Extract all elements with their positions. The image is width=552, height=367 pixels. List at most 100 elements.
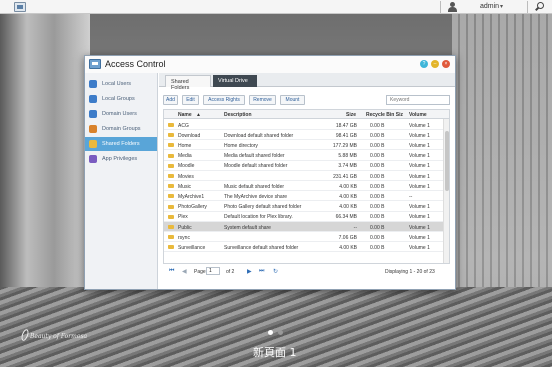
sort-ascending-icon[interactable]: ▲	[196, 112, 201, 118]
cell-name: Moodle	[178, 163, 195, 170]
table-row[interactable]: Music Music default shared folder 4.00 KB 0…	[164, 181, 444, 192]
cell-volume: Volume 1	[409, 224, 430, 231]
table-row[interactable]: Media Media default shared folder 5.88 MB 0…	[164, 151, 444, 161]
table-row[interactable]: Home Home directory 177.29 MB 0.00 B Volume …	[164, 140, 444, 151]
cell-name: ACG	[178, 122, 189, 129]
show-desktop-icon[interactable]	[14, 2, 26, 12]
add-button[interactable]: Add	[163, 95, 178, 105]
cell-volume: Volume 1	[409, 204, 430, 211]
column-recycle-bin-size[interactable]: Recycle Bin Siz	[366, 112, 403, 118]
window-titlebar[interactable]: Access Control ? – ×	[85, 56, 455, 73]
close-button[interactable]: ×	[442, 60, 450, 68]
cell-volume: Volume 1	[409, 234, 430, 241]
table-row[interactable]: Surveillance Surveillance default shared …	[164, 242, 444, 253]
cell-size: 66.34 MB	[335, 214, 357, 221]
search-icon[interactable]	[535, 2, 545, 12]
cell-volume: Volume 1	[409, 153, 430, 160]
sidebar-item-label: Local Groups	[102, 96, 135, 102]
sidebar-item-app-privileges[interactable]: App Privileges	[85, 152, 157, 166]
access-control-app-icon	[89, 59, 101, 69]
user-icon[interactable]	[448, 2, 457, 12]
username[interactable]: admin	[480, 3, 499, 10]
domain-user-icon	[89, 110, 97, 118]
cell-recycle: 0.00 B	[370, 224, 385, 231]
sidebar-item-domain-users[interactable]: Domain Users	[85, 107, 157, 121]
cell-description: Surveillance default shared folder	[224, 244, 299, 251]
cell-name: rsync	[178, 234, 190, 241]
cell-recycle: 0.00 B	[370, 163, 385, 170]
scrollbar-thumb[interactable]	[445, 131, 449, 191]
sidebar-item-shared-folders[interactable]: Shared Folders	[85, 137, 157, 151]
app-icon	[89, 155, 97, 163]
sidebar-item-local-users[interactable]: Local Users	[85, 77, 157, 91]
sidebar-item-label: Local Users	[102, 81, 132, 87]
page-number-input[interactable]: 1	[206, 267, 220, 275]
page-dot[interactable]	[278, 330, 283, 335]
table-row[interactable]: PhotoGallery Photo Gallery default shared…	[164, 202, 444, 212]
folder-icon	[89, 140, 97, 148]
cell-size: 4.00 KB	[339, 193, 357, 200]
table-row[interactable]: rsync 7.06 GB 0.00 B Volume 1	[164, 232, 444, 243]
tab-shared-folders[interactable]: Shared Folders	[165, 75, 211, 91]
watermark-text: Beauty of Formosa	[30, 333, 88, 340]
cell-size: 98.41 GB	[335, 132, 357, 139]
table-row[interactable]: ACG 18.47 GB 0.00 B Volume 1	[164, 120, 444, 130]
cell-name: MyArchive1	[178, 193, 205, 200]
table-row[interactable]: Plex Default location for Plex library. 66…	[164, 212, 444, 222]
first-page-icon[interactable]: ⏮	[169, 268, 174, 275]
user-icon	[89, 80, 97, 88]
display-count: Displaying 1 - 20 of 23	[385, 269, 435, 275]
minimize-button[interactable]: –	[431, 60, 439, 68]
last-page-icon[interactable]: ⏭	[259, 268, 264, 275]
column-size[interactable]: Size	[346, 112, 356, 118]
sidebar-item-local-groups[interactable]: Local Groups	[85, 92, 157, 106]
cell-recycle: 0.00 B	[370, 173, 385, 180]
prev-page-icon[interactable]: ◀	[182, 268, 187, 275]
sidebar-item-label: Shared Folders	[102, 141, 140, 147]
table-row[interactable]: Moodle Moodle default shared folder 3.74 M…	[164, 161, 444, 171]
cell-recycle: 0.00 B	[370, 122, 385, 129]
vertical-scrollbar[interactable]	[443, 119, 449, 263]
cell-recycle: 0.00 B	[370, 244, 385, 251]
cell-volume: Volume 1	[409, 214, 430, 221]
folder-icon	[168, 174, 174, 178]
page-dot-active[interactable]	[268, 330, 273, 335]
sidebar-item-domain-groups[interactable]: Domain Groups	[85, 122, 157, 136]
chevron-down-icon[interactable]: ▾	[500, 3, 503, 10]
column-description[interactable]: Description	[224, 112, 252, 118]
table-row[interactable]: MyArchive1 The MyArchive device share 4.00…	[164, 191, 444, 202]
cell-description: Media default shared folder	[224, 153, 285, 160]
sidebar: Local Users Local Groups Domain Users Domai…	[85, 73, 158, 289]
help-button[interactable]: ?	[420, 60, 428, 68]
cell-volume: Volume 1	[409, 183, 430, 190]
table-row[interactable]: Public System default share -- 0.00 B Volume…	[164, 222, 444, 232]
edit-button[interactable]: Edit	[182, 95, 199, 105]
remove-button[interactable]: Remove	[249, 95, 276, 105]
folder-icon	[168, 133, 174, 138]
sidebar-item-label: App Privileges	[102, 156, 138, 162]
cell-recycle: 0.00 B	[370, 153, 385, 160]
mount-button[interactable]: Mount	[280, 95, 305, 105]
cell-volume: Volume 1	[409, 132, 430, 139]
refresh-icon[interactable]: ↻	[273, 268, 278, 275]
table-row[interactable]: Movies 231.41 GB 0.00 B Volume 1	[164, 171, 444, 181]
folder-icon	[168, 163, 174, 168]
folder-icon	[168, 123, 174, 127]
cell-volume: Volume 1	[409, 122, 430, 129]
page-total: of 2	[226, 269, 235, 275]
tab-bar: Shared Folders Virtual Drive	[159, 73, 455, 91]
cell-name: Surveillance	[178, 244, 206, 251]
search-input[interactable]	[386, 95, 450, 105]
tab-virtual-drive[interactable]: Virtual Drive	[213, 75, 257, 87]
cell-name: Plex	[178, 214, 188, 221]
cell-volume: Volume 1	[409, 173, 430, 180]
divider	[440, 1, 441, 13]
next-page-icon[interactable]: ▶	[247, 268, 252, 275]
column-volume[interactable]: Volume	[409, 112, 427, 118]
folder-icon	[168, 194, 174, 199]
column-name[interactable]: Name	[178, 112, 192, 118]
cell-description: Moodle default shared folder	[224, 163, 288, 170]
access-rights-button[interactable]: Access Rights	[203, 95, 245, 105]
table-row[interactable]: Download Download default shared folder 98…	[164, 130, 444, 141]
cell-recycle: 0.00 B	[370, 214, 385, 221]
